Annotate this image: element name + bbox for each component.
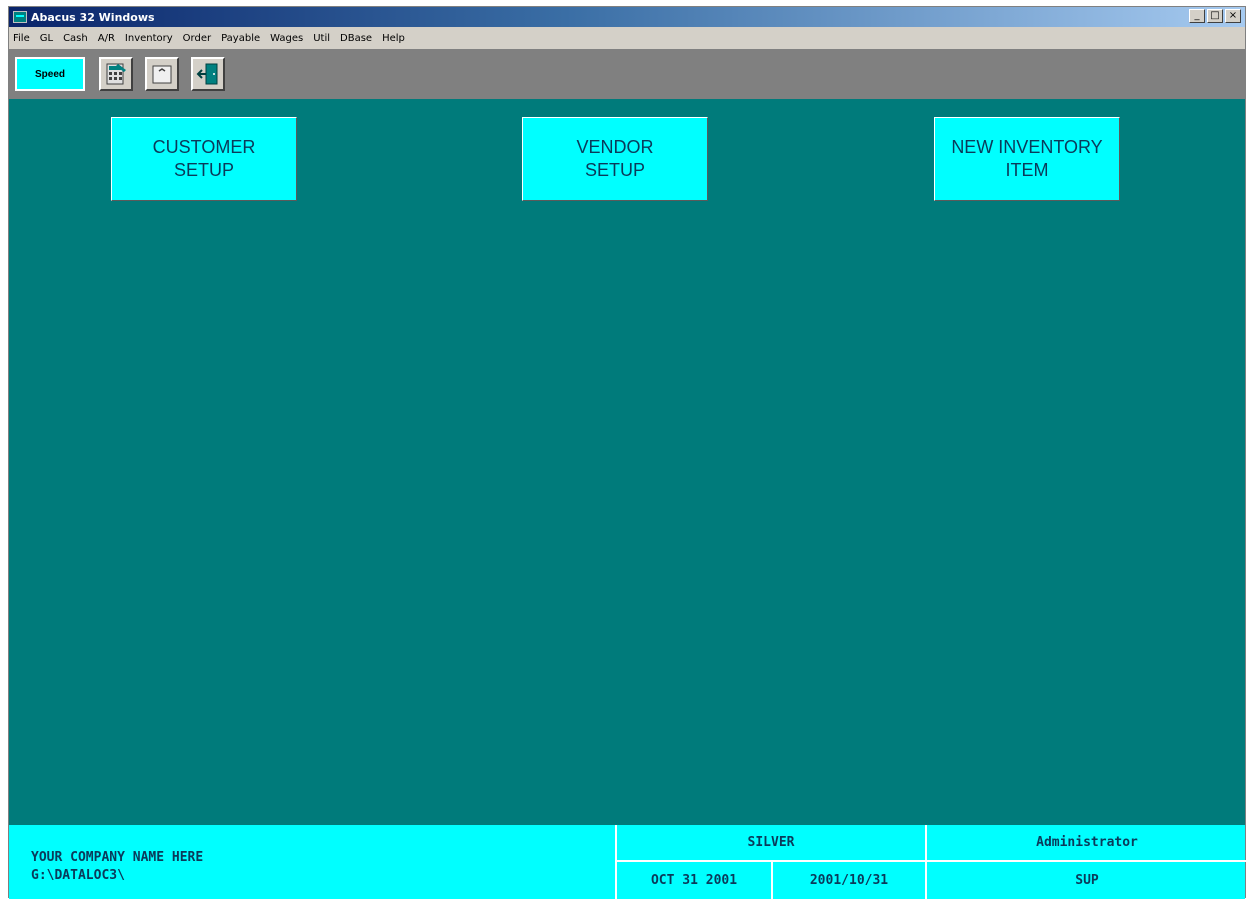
menu-bar: File GL Cash A/R Inventory Order Payable… [9,28,1245,48]
menu-file[interactable]: File [13,33,30,44]
company-name: YOUR COMPANY NAME HERE [31,850,204,865]
user-name: Administrator [1036,835,1138,850]
vendor-setup-button[interactable]: VENDOR SETUP [522,117,708,201]
menu-util[interactable]: Util [313,33,330,44]
menu-ar[interactable]: A/R [98,33,115,44]
menu-cash[interactable]: Cash [63,33,88,44]
calculator-button[interactable] [99,57,133,91]
edition-label: SILVER [747,835,795,850]
menu-help[interactable]: Help [382,33,405,44]
folder-button[interactable] [145,57,179,91]
menu-order[interactable]: Order [183,33,211,44]
maximize-button[interactable]: □ [1207,9,1223,23]
menu-inventory[interactable]: Inventory [125,33,173,44]
window-controls: _ □ × [1189,9,1241,23]
app-icon[interactable] [13,11,27,23]
menu-gl[interactable]: GL [40,33,53,44]
title-bar[interactable]: Abacus 32 Windows _ □ × [9,7,1245,27]
date-long: OCT 31 2001 [650,873,738,888]
data-path: G:\DATALOC3\ [31,868,125,883]
status-bar: YOUR COMPANY NAME HERE G:\DATALOC3\ SILV… [9,825,1247,899]
date-iso: 2001/10/31 [809,873,889,888]
close-button[interactable]: × [1225,9,1241,23]
menu-dbase[interactable]: DBase [340,33,372,44]
new-inventory-item-button[interactable]: NEW INVENTORY ITEM [934,117,1120,201]
menu-wages[interactable]: Wages [270,33,303,44]
menu-payable[interactable]: Payable [221,33,260,44]
exit-button[interactable] [191,57,225,91]
company-info: YOUR COMPANY NAME HERE G:\DATALOC3\ [31,849,203,885]
new-inventory-line1: NEW INVENTORY [951,137,1103,157]
new-inventory-line2: ITEM [1005,160,1049,180]
exit-door-icon [196,63,218,85]
main-panel: CUSTOMER SETUP VENDOR SETUP NEW INVENTOR… [9,99,1245,825]
customer-setup-line1: CUSTOMER [152,137,256,157]
speed-button[interactable]: Speed [15,57,85,91]
minimize-button[interactable]: _ [1189,9,1205,23]
vendor-setup-line2: SETUP [584,160,645,180]
window-title: Abacus 32 Windows [31,10,155,24]
app-window: Abacus 32 Windows _ □ × File GL Cash A/R… [8,6,1247,899]
customer-setup-button[interactable]: CUSTOMER SETUP [111,117,297,201]
calculator-icon [106,63,126,85]
vendor-setup-line1: VENDOR [576,137,654,157]
customer-setup-line2: SETUP [173,160,234,180]
user-code: SUP [1075,873,1099,888]
toolbar: Speed [9,49,1245,99]
folder-icon [152,65,172,84]
